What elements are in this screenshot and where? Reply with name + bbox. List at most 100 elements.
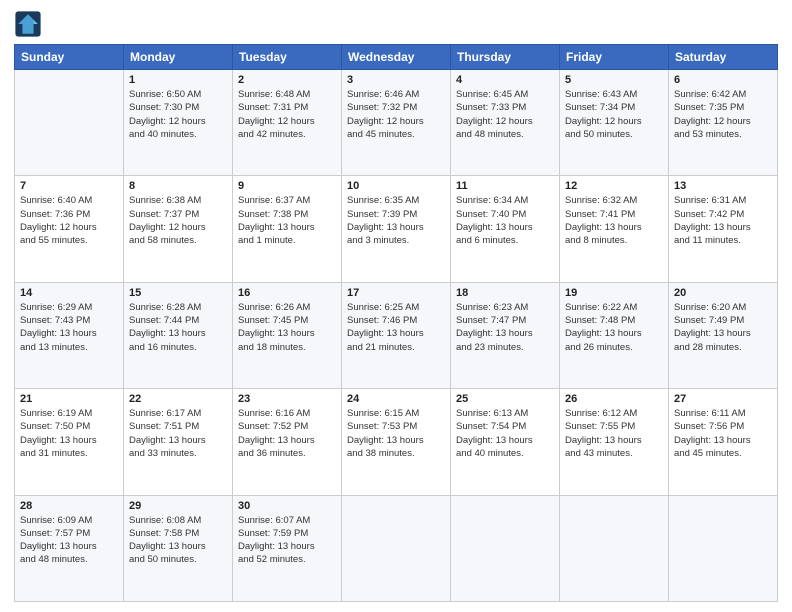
day-cell: 16 Sunrise: 6:26 AM Sunset: 7:45 PM Dayli… — [233, 282, 342, 388]
header-row: SundayMondayTuesdayWednesdayThursdayFrid… — [15, 45, 778, 70]
page: SundayMondayTuesdayWednesdayThursdayFrid… — [0, 0, 792, 612]
day-cell: 6Sunrise: 6:42 AM Sunset: 7:35 PM Daylig… — [669, 70, 778, 176]
day-info: Sunrise: 6:48 AM Sunset: 7:31 PM Dayligh… — [238, 88, 336, 141]
day-cell: 30 Sunrise: 6:07 AM Sunset: 7:59 PM Dayli… — [233, 495, 342, 601]
day-number: 27 — [674, 393, 772, 405]
day-cell — [342, 495, 451, 601]
day-cell: 10 Sunrise: 6:35 AM Sunset: 7:39 PM Dayli… — [342, 176, 451, 282]
day-cell: 9 Sunrise: 6:37 AM Sunset: 7:38 PM Daylig… — [233, 176, 342, 282]
day-info: Sunrise: 6:50 AM Sunset: 7:30 PM Dayligh… — [129, 88, 227, 141]
day-number: 13 — [674, 180, 772, 192]
day-number: 25 — [456, 393, 554, 405]
day-number: 12 — [565, 180, 663, 192]
day-cell: 20 Sunrise: 6:20 AM Sunset: 7:49 PM Dayli… — [669, 282, 778, 388]
day-info: Sunrise: 6:43 AM Sunset: 7:34 PM Dayligh… — [565, 88, 663, 141]
day-number: 30 — [238, 500, 336, 512]
day-cell: 7 Sunrise: 6:40 AM Sunset: 7:36 PM Daylig… — [15, 176, 124, 282]
day-cell: 27 Sunrise: 6:11 AM Sunset: 7:56 PM Dayli… — [669, 389, 778, 495]
day-info: Sunrise: 6:19 AM Sunset: 7:50 PM Dayligh… — [20, 407, 118, 460]
logo — [14, 10, 44, 38]
day-number: 2 — [238, 74, 336, 86]
header-cell-sunday: Sunday — [15, 45, 124, 70]
week-row-2: 7 Sunrise: 6:40 AM Sunset: 7:36 PM Daylig… — [15, 176, 778, 282]
header-cell-monday: Monday — [124, 45, 233, 70]
calendar-table: SundayMondayTuesdayWednesdayThursdayFrid… — [14, 44, 778, 602]
day-info: Sunrise: 6:11 AM Sunset: 7:56 PM Dayligh… — [674, 407, 772, 460]
header-cell-thursday: Thursday — [451, 45, 560, 70]
day-number: 1 — [129, 74, 227, 86]
day-info: Sunrise: 6:45 AM Sunset: 7:33 PM Dayligh… — [456, 88, 554, 141]
day-cell: 5 Sunrise: 6:43 AM Sunset: 7:34 PM Daylig… — [560, 70, 669, 176]
day-number: 23 — [238, 393, 336, 405]
day-number: 11 — [456, 180, 554, 192]
day-cell: 4 Sunrise: 6:45 AM Sunset: 7:33 PM Daylig… — [451, 70, 560, 176]
day-number: 29 — [129, 500, 227, 512]
day-cell: 14 Sunrise: 6:29 AM Sunset: 7:43 PM Dayli… — [15, 282, 124, 388]
day-cell: 28 Sunrise: 6:09 AM Sunset: 7:57 PM Dayli… — [15, 495, 124, 601]
day-number: 9 — [238, 180, 336, 192]
day-info: Sunrise: 6:07 AM Sunset: 7:59 PM Dayligh… — [238, 514, 336, 567]
day-info: Sunrise: 6:13 AM Sunset: 7:54 PM Dayligh… — [456, 407, 554, 460]
day-info: Sunrise: 6:35 AM Sunset: 7:39 PM Dayligh… — [347, 194, 445, 247]
day-cell: 25 Sunrise: 6:13 AM Sunset: 7:54 PM Dayli… — [451, 389, 560, 495]
day-info: Sunrise: 6:09 AM Sunset: 7:57 PM Dayligh… — [20, 514, 118, 567]
day-info: Sunrise: 6:28 AM Sunset: 7:44 PM Dayligh… — [129, 301, 227, 354]
header — [14, 10, 778, 38]
day-cell: 26Sunrise: 6:12 AM Sunset: 7:55 PM Dayli… — [560, 389, 669, 495]
day-cell: 2 Sunrise: 6:48 AM Sunset: 7:31 PM Daylig… — [233, 70, 342, 176]
header-cell-tuesday: Tuesday — [233, 45, 342, 70]
week-row-1: 1 Sunrise: 6:50 AM Sunset: 7:30 PM Daylig… — [15, 70, 778, 176]
day-number: 19 — [565, 287, 663, 299]
day-number: 16 — [238, 287, 336, 299]
day-cell: 29 Sunrise: 6:08 AM Sunset: 7:58 PM Dayli… — [124, 495, 233, 601]
day-number: 6 — [674, 74, 772, 86]
day-cell: 11 Sunrise: 6:34 AM Sunset: 7:40 PM Dayli… — [451, 176, 560, 282]
day-cell: 12Sunrise: 6:32 AM Sunset: 7:41 PM Dayli… — [560, 176, 669, 282]
week-row-3: 14 Sunrise: 6:29 AM Sunset: 7:43 PM Dayli… — [15, 282, 778, 388]
logo-icon — [14, 10, 42, 38]
header-cell-wednesday: Wednesday — [342, 45, 451, 70]
day-number: 26 — [565, 393, 663, 405]
day-cell — [451, 495, 560, 601]
day-info: Sunrise: 6:40 AM Sunset: 7:36 PM Dayligh… — [20, 194, 118, 247]
day-number: 28 — [20, 500, 118, 512]
day-cell: 23Sunrise: 6:16 AM Sunset: 7:52 PM Dayli… — [233, 389, 342, 495]
day-cell: 18 Sunrise: 6:23 AM Sunset: 7:47 PM Dayli… — [451, 282, 560, 388]
day-number: 17 — [347, 287, 445, 299]
day-number: 8 — [129, 180, 227, 192]
day-info: Sunrise: 6:38 AM Sunset: 7:37 PM Dayligh… — [129, 194, 227, 247]
day-info: Sunrise: 6:08 AM Sunset: 7:58 PM Dayligh… — [129, 514, 227, 567]
day-info: Sunrise: 6:34 AM Sunset: 7:40 PM Dayligh… — [456, 194, 554, 247]
header-cell-friday: Friday — [560, 45, 669, 70]
day-info: Sunrise: 6:20 AM Sunset: 7:49 PM Dayligh… — [674, 301, 772, 354]
day-info: Sunrise: 6:37 AM Sunset: 7:38 PM Dayligh… — [238, 194, 336, 247]
day-info: Sunrise: 6:23 AM Sunset: 7:47 PM Dayligh… — [456, 301, 554, 354]
day-number: 21 — [20, 393, 118, 405]
day-info: Sunrise: 6:29 AM Sunset: 7:43 PM Dayligh… — [20, 301, 118, 354]
day-info: Sunrise: 6:22 AM Sunset: 7:48 PM Dayligh… — [565, 301, 663, 354]
day-number: 4 — [456, 74, 554, 86]
day-cell: 24 Sunrise: 6:15 AM Sunset: 7:53 PM Dayli… — [342, 389, 451, 495]
day-cell: 3 Sunrise: 6:46 AM Sunset: 7:32 PM Daylig… — [342, 70, 451, 176]
day-number: 7 — [20, 180, 118, 192]
week-row-5: 28 Sunrise: 6:09 AM Sunset: 7:57 PM Dayli… — [15, 495, 778, 601]
day-info: Sunrise: 6:46 AM Sunset: 7:32 PM Dayligh… — [347, 88, 445, 141]
day-info: Sunrise: 6:26 AM Sunset: 7:45 PM Dayligh… — [238, 301, 336, 354]
day-number: 18 — [456, 287, 554, 299]
day-number: 10 — [347, 180, 445, 192]
day-cell — [669, 495, 778, 601]
day-number: 5 — [565, 74, 663, 86]
day-number: 20 — [674, 287, 772, 299]
day-info: Sunrise: 6:15 AM Sunset: 7:53 PM Dayligh… — [347, 407, 445, 460]
day-cell: 22 Sunrise: 6:17 AM Sunset: 7:51 PM Dayli… — [124, 389, 233, 495]
day-cell: 15Sunrise: 6:28 AM Sunset: 7:44 PM Dayli… — [124, 282, 233, 388]
day-cell — [15, 70, 124, 176]
day-cell: 1 Sunrise: 6:50 AM Sunset: 7:30 PM Daylig… — [124, 70, 233, 176]
week-row-4: 21 Sunrise: 6:19 AM Sunset: 7:50 PM Dayli… — [15, 389, 778, 495]
day-number: 22 — [129, 393, 227, 405]
day-number: 14 — [20, 287, 118, 299]
day-info: Sunrise: 6:17 AM Sunset: 7:51 PM Dayligh… — [129, 407, 227, 460]
day-number: 3 — [347, 74, 445, 86]
day-number: 24 — [347, 393, 445, 405]
day-cell: 19 Sunrise: 6:22 AM Sunset: 7:48 PM Dayli… — [560, 282, 669, 388]
